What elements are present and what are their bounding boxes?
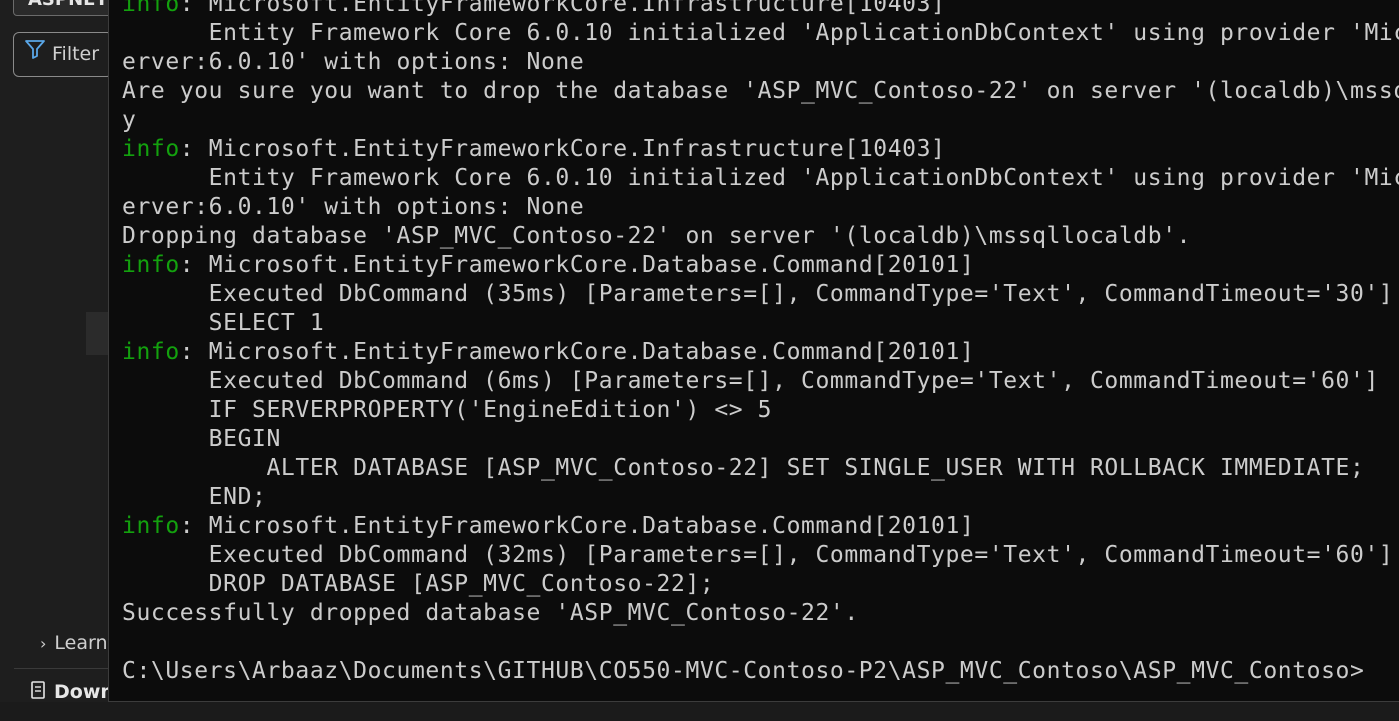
terminal-line: Entity Framework Core 6.0.10 initialized… — [122, 19, 1399, 48]
line-text: : Microsoft.EntityFrameworkCore.Database… — [179, 339, 975, 365]
terminal-line: info: Microsoft.EntityFrameworkCore.Data… — [122, 512, 1399, 541]
terminal-line: info: Microsoft.EntityFrameworkCore.Infr… — [122, 135, 1399, 164]
line-text: SELECT 1 — [122, 310, 325, 336]
background-sidebar — [0, 0, 120, 721]
background-top-button[interactable]: ASPNET — [13, 0, 113, 16]
filter-label: Filter — [52, 43, 100, 65]
line-text: erver:6.0.10' with options: None — [122, 49, 585, 75]
log-level: info — [122, 513, 180, 539]
log-level: info — [122, 136, 180, 162]
filter-button[interactable]: Filter — [13, 32, 113, 77]
line-text: DROP DATABASE [ASP_MVC_Contoso-22]; — [122, 571, 715, 597]
terminal-line: info: Microsoft.EntityFrameworkCore.Infr… — [122, 0, 1399, 19]
terminal-line: Executed DbCommand (35ms) [Parameters=[]… — [122, 280, 1399, 309]
background-bottom-strip — [0, 702, 1399, 721]
terminal-line: info: Microsoft.EntityFrameworkCore.Data… — [122, 251, 1399, 280]
terminal-line: erver:6.0.10' with options: None — [122, 48, 1399, 77]
terminal-window[interactable]: info: Microsoft.EntityFrameworkCore.Infr… — [108, 0, 1399, 702]
line-text: Are you sure you want to drop the databa… — [122, 78, 1399, 104]
line-text: : Microsoft.EntityFrameworkCore.Database… — [179, 513, 975, 539]
line-text: : Microsoft.EntityFrameworkCore.Infrastr… — [179, 136, 946, 162]
terminal-line: IF SERVERPROPERTY('EngineEdition') <> 5 — [122, 396, 1399, 425]
line-text: C:\Users\Arbaaz\Documents\GITHUB\CO550-M… — [122, 658, 1365, 684]
terminal-line: Executed DbCommand (6ms) [Parameters=[],… — [122, 367, 1399, 396]
terminal-line: info: Microsoft.EntityFrameworkCore.Data… — [122, 338, 1399, 367]
terminal-line: erver:6.0.10' with options: None — [122, 193, 1399, 222]
terminal-line: ALTER DATABASE [ASP_MVC_Contoso-22] SET … — [122, 454, 1399, 483]
line-text: IF SERVERPROPERTY('EngineEdition') <> 5 — [122, 397, 773, 423]
line-text: : Microsoft.EntityFrameworkCore.Infrastr… — [179, 0, 946, 17]
terminal-prompt: C:\Users\Arbaaz\Documents\GITHUB\CO550-M… — [122, 657, 1399, 686]
terminal-line: Are you sure you want to drop the databa… — [122, 77, 1399, 106]
terminal-line: Successfully dropped database 'ASP_MVC_C… — [122, 599, 1399, 628]
line-text: : Microsoft.EntityFrameworkCore.Database… — [179, 252, 975, 278]
terminal-line: Dropping database 'ASP_MVC_Contoso-22' o… — [122, 222, 1399, 251]
terminal-line: Entity Framework Core 6.0.10 initialized… — [122, 164, 1399, 193]
filter-icon — [24, 33, 46, 76]
terminal-line: Executed DbCommand (32ms) [Parameters=[]… — [122, 541, 1399, 570]
line-text: erver:6.0.10' with options: None — [122, 194, 585, 220]
terminal-line: DROP DATABASE [ASP_MVC_Contoso-22]; — [122, 570, 1399, 599]
terminal-line: SELECT 1 — [122, 309, 1399, 338]
terminal-output: info: Microsoft.EntityFrameworkCore.Infr… — [122, 0, 1399, 686]
background-divider — [14, 668, 114, 669]
line-text: ALTER DATABASE [ASP_MVC_Contoso-22] SET … — [122, 455, 1365, 481]
line-text: y — [122, 107, 137, 133]
line-text: END; — [122, 484, 267, 510]
learn-label: Learn — [54, 632, 108, 654]
line-text: Dropping database 'ASP_MVC_Contoso-22' o… — [122, 223, 1192, 249]
chevron-right-icon: › — [40, 634, 47, 653]
terminal-line: y — [122, 106, 1399, 135]
line-text: Entity Framework Core 6.0.10 initialized… — [122, 165, 1399, 191]
terminal-line: BEGIN — [122, 425, 1399, 454]
log-level: info — [122, 339, 180, 365]
line-text: Executed DbCommand (32ms) [Parameters=[]… — [122, 542, 1394, 568]
log-level: info — [122, 0, 180, 17]
line-text: Successfully dropped database 'ASP_MVC_C… — [122, 600, 859, 626]
learn-item[interactable]: › Learn — [40, 632, 108, 654]
line-text: BEGIN — [122, 426, 281, 452]
line-text: Executed DbCommand (6ms) [Parameters=[],… — [122, 368, 1379, 394]
line-text: Executed DbCommand (35ms) [Parameters=[]… — [122, 281, 1394, 307]
log-level: info — [122, 252, 180, 278]
line-text: Entity Framework Core 6.0.10 initialized… — [122, 20, 1399, 46]
terminal-line: END; — [122, 483, 1399, 512]
